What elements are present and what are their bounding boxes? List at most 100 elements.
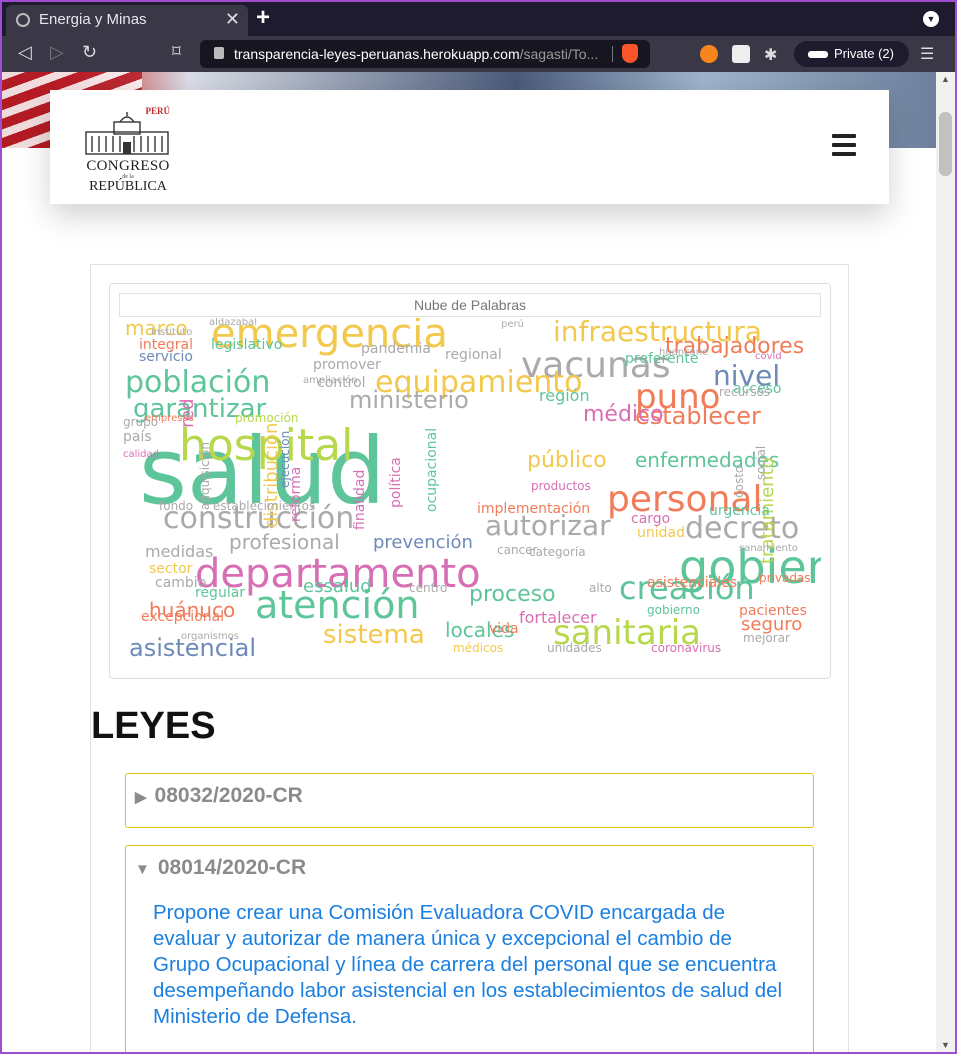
tab-bar: Energia y Minas ✕ + ▼ [2,2,955,36]
wordcloud-word: ministerio [349,386,469,414]
wordcloud-word: cargo [631,511,671,527]
wordcloud-word: coronavirus [651,641,722,655]
wordcloud-word: promoción [235,411,299,425]
wordcloud-word: sistema [323,620,425,650]
congreso-logo[interactable]: PERÚ CONGRESO de la REPÚBLICA [82,104,174,196]
law-code: 08032/2020-CR [154,784,303,807]
law-item[interactable]: ▶ 08032/2020-CR [125,773,814,828]
wordcloud-panel: Nube de Palabras salud emergencia departam… [109,283,831,679]
extension-page-icon[interactable] [732,45,750,63]
collapse-triangle-icon: ▼ [135,861,150,878]
content-card: Nube de Palabras salud emergencia departam… [90,264,849,1052]
wordcloud-word: promover [313,357,381,373]
wordcloud-word: covid [755,351,782,362]
wordcloud-word: perú [501,319,524,330]
wordcloud-word: medidas [145,542,214,561]
wordcloud-word: sector [149,561,193,577]
wordcloud-word: legislativo [211,337,283,353]
wordcloud-word: social [754,445,768,480]
logo-republica: REPÚBLICA [89,179,167,194]
url-host: transparencia-leyes-peruanas.herokuapp.c… [234,46,520,62]
address-bar[interactable]: transparencia-leyes-peruanas.herokuapp.c… [200,40,650,68]
wordcloud-word: ampliación [303,375,358,386]
wordcloud-word: pacientes [739,603,807,619]
law-item[interactable]: ▼ 08014/2020-CR Propone crear una Comisió… [125,845,814,1052]
law-summary[interactable]: ▼ 08014/2020-CR [135,856,306,880]
wordcloud-word: política [388,457,404,508]
wordcloud-word: ocupacional [424,427,440,512]
expand-triangle-icon: ▶ [135,789,147,806]
wordcloud-word: establecimientos [213,499,316,513]
wordcloud-word: fondo [159,499,194,513]
scrollbar-thumb[interactable] [939,112,952,176]
wordcloud-title: Nube de Palabras [119,293,821,317]
private-window-badge[interactable]: Private (2) [794,41,909,67]
hamburger-menu-icon[interactable] [832,134,856,156]
bookmark-icon[interactable]: ⌑ [172,42,181,62]
scroll-down-icon[interactable]: ▼ [941,1040,950,1050]
wordcloud-word: productos [531,479,591,493]
wordcloud-word: fortalecer [519,608,597,627]
wordcloud-word: empresas [145,413,194,424]
wordcloud-word: regional [445,347,502,363]
wordcloud-word: público [527,448,607,473]
wordcloud-word: servicio [139,349,193,365]
globe-icon [16,13,30,27]
wordcloud-word: proceso [469,582,556,607]
extensions-puzzle-icon[interactable]: ✱ [764,45,782,64]
wordcloud-word: vida [489,621,519,637]
wordcloud-word: organismos [181,631,239,642]
wordcloud-word: asistenciales [647,575,737,591]
close-tab-icon[interactable]: ✕ [225,9,240,30]
wordcloud-word: recursos [719,385,771,399]
browser-toolbar: ◁ ▷ ↻ ⌑ transparencia-leyes-peruanas.her… [2,36,955,72]
wordcloud-word: implementación [477,501,591,517]
leyes-heading: LEYES [91,705,216,747]
brave-shields-icon[interactable] [622,44,638,63]
wordcloud-word: centro [409,581,448,595]
menu-icon[interactable]: ☰ [920,44,934,64]
new-tab-button[interactable]: + [256,4,270,32]
wordcloud-word: adquisición [198,442,212,510]
wordcloud: salud emergencia departamento hospital const… [119,318,821,670]
page-scrollbar[interactable]: ▲ ▼ [936,72,955,1052]
back-icon[interactable]: ◁ [18,42,32,63]
wordcloud-word: categoría [529,545,586,559]
wordcloud-word: región [539,386,590,405]
reload-icon[interactable]: ↻ [82,42,97,63]
wordcloud-word: prevención [373,532,473,553]
scroll-up-icon[interactable]: ▲ [941,74,950,84]
tab-title: Energia y Minas [39,11,147,28]
wordcloud-word: unidades [547,641,602,655]
metamask-icon[interactable] [700,45,718,63]
private-label: Private (2) [834,46,894,61]
wordcloud-word: médicos [453,641,504,655]
wordcloud-word: médico [583,402,664,427]
law-description: Propone crear una Comisión Evaluadora CO… [153,901,783,1028]
page-content: PERÚ CONGRESO de la REPÚBLICA Nube de Pa… [2,72,936,1052]
wordcloud-word: unidad [637,525,685,541]
wordcloud-word: excepcional [141,609,225,625]
wordcloud-word: calidad [123,449,160,460]
url-path: /sagasti/To... [519,46,599,62]
wordcloud-word: urgencia [709,503,770,519]
wordcloud-word: alto [589,581,612,595]
congress-building-icon [85,112,169,155]
wordcloud-word: instituto [151,327,193,338]
wordcloud-word: gobierno [647,603,700,617]
forward-icon[interactable]: ▷ [50,42,64,63]
wordcloud-word: essalud [303,576,372,597]
tab-list-dropdown-icon[interactable]: ▼ [923,11,939,27]
wordcloud-word: privadas [759,571,811,585]
law-summary[interactable]: ▶ 08032/2020-CR [135,784,303,808]
wordcloud-word: huancane [659,347,709,358]
wordcloud-word: aldazabal [209,318,258,328]
wordcloud-word: pandemia [361,341,431,357]
wordcloud-word: costo [732,465,746,498]
wordcloud-word: sanamiento [739,543,798,554]
wordcloud-word: cambio [155,575,207,591]
wordcloud-word: finalidad [352,469,368,530]
law-code: 08014/2020-CR [157,856,307,879]
active-tab[interactable]: Energia y Minas ✕ [6,5,248,36]
url-text: transparencia-leyes-peruanas.herokuapp.c… [234,46,598,62]
